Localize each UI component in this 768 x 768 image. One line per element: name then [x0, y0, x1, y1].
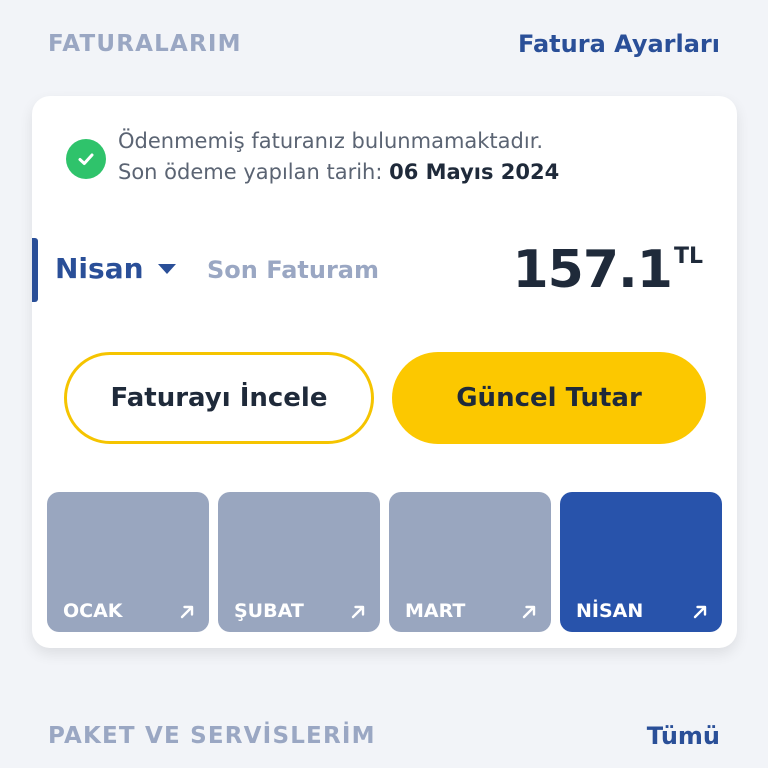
bill-card: Ödenmemiş faturanız bulunmamaktadır. Son…	[32, 96, 737, 648]
check-circle-icon	[66, 139, 106, 179]
review-bill-button[interactable]: Faturayı İncele	[64, 352, 374, 444]
last-bill-label: Son Faturam	[207, 256, 379, 284]
active-indicator	[32, 238, 38, 302]
status-text: Ödenmemiş faturanız bulunmamaktadır. Son…	[118, 126, 559, 188]
last-payment-label: Son ödeme yapılan tarih:	[118, 160, 383, 184]
month-tile-subat[interactable]: ŞUBAT	[218, 492, 380, 632]
section-title-services: PAKET VE SERVİSLERİM	[48, 723, 376, 749]
month-tile-ocak[interactable]: OCAK	[47, 492, 209, 632]
month-tile-nisan[interactable]: NİSAN	[560, 492, 722, 632]
bill-settings-link[interactable]: Fatura Ayarları	[518, 30, 720, 58]
month-dropdown[interactable]: Nisan	[55, 252, 176, 285]
selected-bill-row: Nisan Son Faturam 157.1 TL	[32, 238, 737, 302]
month-tile-label: ŞUBAT	[234, 600, 304, 622]
month-tiles: OCAK ŞUBAT MART NİSAN	[47, 492, 722, 632]
view-all-link[interactable]: Tümü	[647, 722, 720, 750]
arrow-up-right-icon	[351, 605, 365, 619]
selected-month: Nisan	[55, 252, 144, 285]
no-unpaid-message: Ödenmemiş faturanız bulunmamaktadır.	[118, 129, 544, 153]
month-tile-mart[interactable]: MART	[389, 492, 551, 632]
services-section-header: PAKET VE SERVİSLERİM Tümü	[48, 716, 720, 756]
month-tile-label: NİSAN	[576, 600, 644, 622]
bill-amount: 157.1 TL	[512, 242, 703, 298]
last-payment-date: 06 Mayıs 2024	[389, 160, 560, 184]
month-tile-label: OCAK	[63, 600, 123, 622]
bill-currency: TL	[673, 244, 703, 269]
arrow-up-right-icon	[693, 605, 707, 619]
bill-amount-value: 157.1	[512, 240, 672, 300]
month-tile-label: MART	[405, 600, 466, 622]
current-amount-button[interactable]: Güncel Tutar	[392, 352, 706, 444]
bills-section-header: FATURALARIM Fatura Ayarları	[48, 26, 720, 62]
arrow-up-right-icon	[522, 605, 536, 619]
last-payment-line: Son ödeme yapılan tarih: 06 Mayıs 2024	[118, 157, 559, 188]
arrow-up-right-icon	[180, 605, 194, 619]
caret-down-icon	[157, 263, 176, 274]
section-title-bills: FATURALARIM	[48, 31, 242, 57]
payment-status: Ödenmemiş faturanız bulunmamaktadır. Son…	[66, 126, 559, 188]
